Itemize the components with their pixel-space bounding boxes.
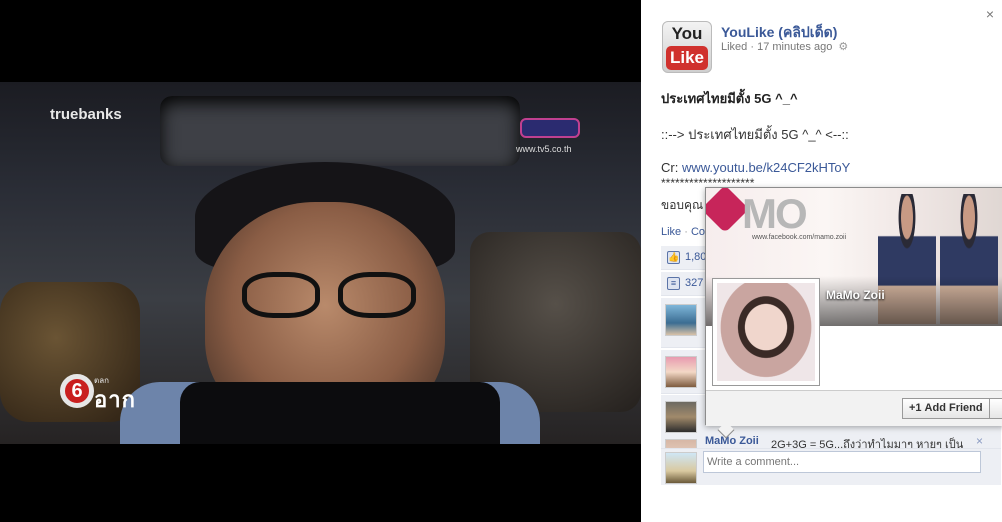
credit-link[interactable]: www.youtu.be/k24CF2kHToY [682,160,850,175]
commenter-avatar[interactable] [665,304,697,336]
post-line: ::--> ประเทศไทยมีตั้ง 5G ^_^ <--:: [661,127,849,142]
rearview-mirror [160,96,520,166]
profile-hovercard: MO www.facebook.com/mamo.zoii MaMo Zoii … [705,187,1002,439]
commenter-avatar[interactable] [665,439,697,448]
message-button[interactable] [989,398,1002,419]
cover-url: www.facebook.com/mamo.zoii [752,234,847,241]
hovercard-profile-photo[interactable] [712,278,820,386]
hovercard-name[interactable]: MaMo Zoii [826,288,885,302]
hovercard-footer: +1 Add Friend [706,390,1002,426]
page-avatar[interactable]: You Like [662,21,712,73]
cover-brand: MO [742,190,808,237]
share-icon: ≡ [667,277,680,290]
post-thanks: ขอบคุณ [661,198,704,212]
tv5-logo-icon [520,118,580,138]
channel6-logo: 6 ตลก อาก [60,374,188,412]
channel6-title: อาก [94,387,136,412]
post-credit: Cr: www.youtu.be/k24CF2kHToY [661,160,850,175]
viewer-avatar [665,452,697,484]
credit-prefix: Cr: [661,160,679,175]
close-icon[interactable]: × [986,6,994,22]
add-friend-label: Add Friend [924,402,983,414]
post-actions: Like · Con [661,226,711,238]
commenter-avatar[interactable] [665,356,697,388]
video-frame[interactable]: truebanks www.tv5.co.th 6 ตลก อาก [0,82,641,444]
shares-count[interactable]: 327 [685,277,703,289]
logo-like: Like [666,46,708,70]
likes-count[interactable]: 1,80 [685,251,706,263]
comment-row: MaMo Zoii 2G+3G = 5G...ถึงว่าทำไมมาๆ หาย… [661,433,1001,449]
channel-url: www.tv5.co.th [516,144,572,154]
add-friend-icon: +1 [909,402,922,414]
channel6-ring-icon: 6 [60,374,94,408]
video-watermark: truebanks [50,106,122,123]
close-icon[interactable]: × [976,434,983,448]
add-friend-button[interactable]: +1 Add Friend [902,398,992,419]
logo-you: You [671,24,703,43]
like-link[interactable]: Like [661,226,681,238]
commenter-avatar[interactable] [665,401,697,433]
steering-wheel [180,382,500,444]
post-title: ประเทศไทยมีตั้ง 5G ^_^ [661,91,798,106]
action-separator: · [684,226,691,238]
comment-text: 2G+3G = 5G...ถึงว่าทำไมมาๆ หายๆ เป็น [771,439,964,449]
photo-viewer-stage: truebanks www.tv5.co.th 6 ตลก อาก [0,0,641,522]
comment-input[interactable] [703,451,981,473]
person-glasses [242,272,422,318]
comment-composer [661,449,1001,485]
thumbs-up-icon: 👍 [667,251,680,264]
liked-status[interactable]: Liked [721,41,747,53]
post-meta: Liked · 17 minutes ago ⚙ [721,40,848,53]
post-timestamp[interactable]: 17 minutes ago [757,41,832,53]
comment-author[interactable]: MaMo Zoii [705,435,759,447]
privacy-gear-icon[interactable]: ⚙ [838,41,848,53]
